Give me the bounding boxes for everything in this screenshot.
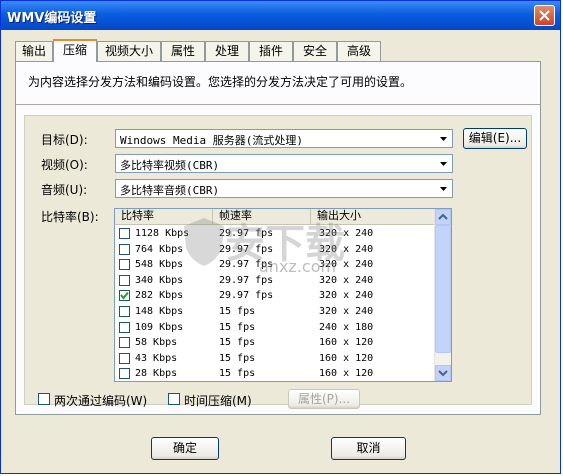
dialog-window: WMV编码设置 输出 压缩 视频大小 属性 处理 插件 安全 高级 为内容选择分… [0,0,561,474]
cell-bitrate: 282 Kbps [135,290,184,302]
table-row[interactable]: 28 Kbps 15 fps 160 x 120 [115,366,435,381]
cell-size: 160 x 120 [319,368,374,380]
row-checkbox[interactable] [119,368,130,380]
time-compress-label: 时间压缩(M) [184,394,252,408]
cell-size: 240 x 180 [319,321,374,333]
video-label: 视频(O): [41,158,88,172]
bitrate-label: 比特率(B): [41,210,99,224]
cell-size: 320 x 240 [319,290,374,302]
audio-label: 音频(U): [41,183,88,197]
cell-size: 320 x 240 [319,306,374,317]
row-checkbox[interactable] [119,243,130,255]
watermark-url: anxz.com [259,257,337,276]
divider [16,104,540,105]
cell-bitrate: 109 Kbps [135,321,184,333]
cell-size: 320 x 240 [319,274,374,286]
tab-label: 输出 [21,44,46,58]
scroll-thumb[interactable] [435,225,451,353]
target-select[interactable]: Windows Media 服务器(流式处理) [115,129,453,148]
time-compress-checkbox[interactable] [168,393,180,405]
tab-compression[interactable]: 压缩 [53,39,97,62]
tab-video-size[interactable]: 视频大小 [97,41,161,61]
audio-value: 多比特率音频(CBR) [120,184,220,197]
tab-security[interactable]: 安全 [293,41,337,61]
table-row[interactable]: 58 Kbps 15 fps 160 x 120 [115,335,435,351]
cancel-button[interactable]: 取消 [331,437,406,460]
cancel-label: 取消 [356,441,381,455]
table-row[interactable]: 43 Kbps 15 fps 160 x 120 [115,351,435,367]
ok-label: 确定 [172,441,197,455]
tab-label: 视频大小 [104,44,153,58]
row-checkbox[interactable] [119,306,130,317]
cell-bitrate: 764 Kbps [135,243,184,255]
cell-bitrate: 148 Kbps [135,306,184,317]
shield-logo-icon [184,218,224,266]
chevron-down-icon [440,187,447,191]
tab-label: 插件 [258,44,283,58]
table-row[interactable]: 148 Kbps 15 fps 320 x 240 [115,304,435,320]
checkmark-icon [120,292,129,300]
cell-fps: 29.97 fps [219,274,274,286]
panel-description: 为内容选择分发方法和编码设置。您选择的分发方法决定了可用的设置。 [28,75,413,89]
target-label: 目标(D): [41,133,88,147]
target-value: Windows Media 服务器(流式处理) [120,134,303,147]
cell-bitrate: 548 Kbps [135,259,184,271]
tab-label: 压缩 [62,43,87,57]
cell-fps: 15 fps [219,321,256,333]
cell-fps: 15 fps [219,368,256,380]
row-checkbox[interactable] [119,321,130,333]
row-checkbox[interactable] [119,290,130,302]
tab-label: 属性 [170,44,195,58]
audio-select[interactable]: 多比特率音频(CBR) [115,179,453,198]
edit-button-label: 编辑(E)... [468,131,522,145]
tab-label: 安全 [302,44,327,58]
two-pass-checkbox[interactable] [38,393,50,405]
two-pass-label: 两次通过编码(W) [54,394,148,408]
tab-label: 处理 [214,44,239,58]
scroll-down-button[interactable] [435,365,451,381]
close-icon [539,10,550,21]
video-value: 多比特率视频(CBR) [120,159,220,172]
properties-button[interactable]: 属性(P)... [288,389,360,409]
scroll-up-button[interactable] [435,209,451,225]
cell-bitrate: 58 Kbps [135,337,178,349]
tab-output[interactable]: 输出 [15,41,53,61]
ok-button[interactable]: 确定 [151,437,219,460]
row-checkbox[interactable] [119,274,130,286]
row-checkbox[interactable] [119,337,130,349]
cell-fps: 29.97 fps [219,290,274,302]
cell-bitrate: 28 Kbps [135,368,178,380]
scrollbar[interactable] [434,209,451,381]
chevron-up-icon [438,213,448,220]
row-checkbox[interactable] [119,259,130,271]
properties-button-label: 属性(P)... [297,392,351,406]
chevron-down-icon [440,162,447,166]
cell-fps: 15 fps [219,352,256,364]
close-button[interactable] [534,5,555,26]
video-select[interactable]: 多比特率视频(CBR) [115,154,453,173]
row-checkbox[interactable] [119,352,130,364]
cell-size: 160 x 120 [319,337,374,349]
edit-button[interactable]: 编辑(E)... [463,128,527,149]
cell-fps: 15 fps [219,306,256,317]
window-title: WMV编码设置 [7,11,97,26]
tab-label: 高级 [346,44,371,58]
table-row[interactable]: 109 Kbps 15 fps 240 x 180 [115,320,435,336]
cell-size: 160 x 120 [319,352,374,364]
tab-advanced[interactable]: 高级 [337,41,381,61]
cell-bitrate: 43 Kbps [135,352,178,364]
chevron-down-icon [438,370,448,377]
chevron-down-icon [440,137,447,141]
row-checkbox[interactable] [119,228,130,239]
tab-properties[interactable]: 属性 [161,41,205,61]
tab-plugins[interactable]: 插件 [249,41,293,61]
title-bar[interactable]: WMV编码设置 [1,1,560,30]
cell-bitrate: 340 Kbps [135,274,184,286]
tab-processing[interactable]: 处理 [205,41,249,61]
table-row[interactable]: 282 Kbps 29.97 fps 320 x 240 [115,288,435,304]
cell-fps: 15 fps [219,337,256,349]
